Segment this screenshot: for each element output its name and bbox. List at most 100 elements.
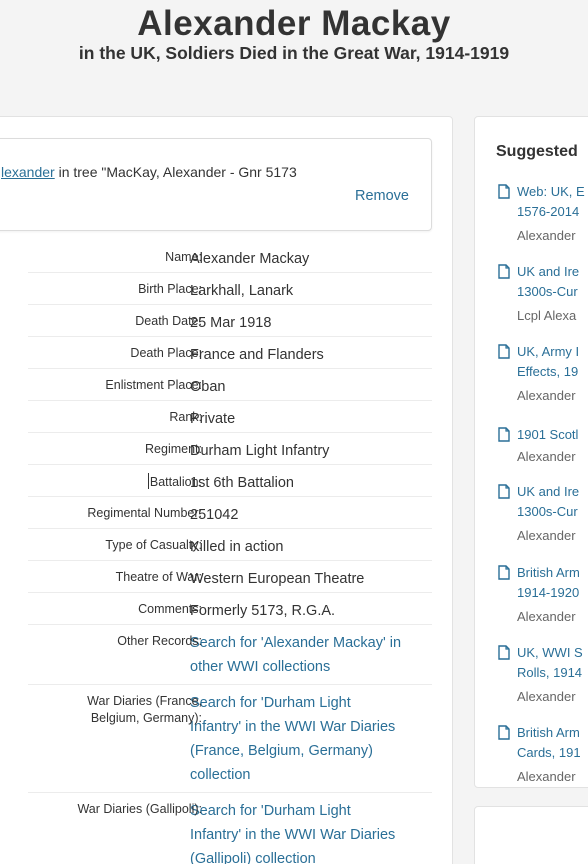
document-icon (498, 645, 510, 660)
detail-row-death-date: Death Date: 25 Mar 1918 (28, 305, 432, 337)
detail-label: Regiment: (145, 442, 202, 456)
suggested-record-link[interactable]: 1901 Scotl (517, 425, 578, 445)
detail-label: Battalion: (147, 473, 202, 491)
detail-row-battalion: Battalion: 1st 6th Battalion (28, 465, 432, 497)
detail-row-other-records: Other Records: Search for 'Alexander Mac… (28, 625, 432, 685)
link-line: Search for 'Alexander Mackay' in (190, 635, 402, 651)
detail-row-theatre-of-war: Theatre of War: Western European Theatre (28, 561, 432, 593)
link-line: 1901 Scotl (517, 427, 579, 442)
detail-value: Western European Theatre (190, 571, 365, 587)
detail-value: 251042 (190, 507, 239, 523)
document-icon (498, 264, 510, 279)
link-line: Effects, 19 (517, 364, 579, 379)
suggested-record-person: Lcpl Alexa (517, 308, 577, 323)
war-diaries-gallipoli-search-link[interactable]: Search for 'Durham Light Infantry' in th… (190, 793, 432, 864)
suggested-record-person: Alexander (517, 769, 576, 784)
suggested-record-link[interactable]: UK and Ire 1300s-Cur (517, 482, 579, 522)
other-records-search-link[interactable]: Search for 'Alexander Mackay' in other W… (190, 625, 432, 684)
tree-attachment-box: lexander in tree "MacKay, Alexander - Gn… (0, 138, 432, 231)
link-line: UK, Army I (517, 344, 580, 359)
suggested-record-person: Alexander (517, 228, 576, 243)
detail-row-enlistment-place: Enlistment Place: Oban (28, 369, 432, 401)
label-line: Belgium, Germany): (90, 711, 202, 725)
detail-value: Alexander Mackay (190, 251, 310, 267)
link-line: Infantry' in the WWI War Diaries (190, 719, 396, 735)
suggested-record-person: Alexander (517, 388, 576, 403)
detail-value: Durham Light Infantry (190, 443, 330, 459)
tree-person-link[interactable]: lexander (1, 164, 55, 180)
tree-attachment-text: lexander in tree "MacKay, Alexander - Gn… (1, 164, 297, 180)
detail-label: Death Place: (130, 346, 202, 360)
detail-label: War Diaries (France, Belgium, Germany): (87, 693, 202, 727)
detail-value: 25 Mar 1918 (190, 315, 272, 331)
suggested-record-person: Alexander (517, 528, 576, 543)
link-line: 1300s-Cur (517, 284, 578, 299)
label-line: War Diaries (France, (87, 694, 202, 708)
detail-label: Name: (165, 250, 202, 264)
document-icon (498, 725, 510, 740)
detail-row-name: Name: Alexander Mackay (28, 241, 432, 273)
detail-label-text: Battalion: (149, 475, 202, 489)
detail-value: Oban (190, 379, 226, 395)
suggested-record-link[interactable]: UK, Army I Effects, 19 (517, 342, 579, 382)
link-line: 1300s-Cur (517, 504, 578, 519)
document-icon (498, 344, 510, 359)
detail-label: Regimental Number: (87, 506, 202, 520)
link-line: (France, Belgium, Germany) (190, 743, 373, 759)
link-line: Web: UK, E (517, 184, 585, 199)
detail-label: Rank: (169, 410, 202, 424)
remove-button[interactable]: Remove (355, 188, 409, 204)
detail-value: Private (190, 411, 236, 427)
secondary-side-panel (474, 806, 588, 864)
link-line: Search for 'Durham Light (190, 803, 351, 819)
suggested-record-link[interactable]: UK, WWI S Rolls, 1914 (517, 643, 583, 683)
detail-row-war-diaries-france: War Diaries (France, Belgium, Germany): … (28, 685, 432, 793)
document-icon (498, 184, 510, 199)
link-line: UK and Ire (517, 484, 580, 499)
detail-value: Killed in action (190, 539, 284, 555)
suggested-record-link[interactable]: British Arm 1914-1920 (517, 563, 580, 603)
detail-label: Theatre of War: (115, 570, 202, 584)
link-line: Cards, 191 (517, 745, 581, 760)
link-line: Rolls, 1914 (517, 665, 583, 680)
suggested-record-link[interactable]: UK and Ire 1300s-Cur (517, 262, 579, 302)
war-diaries-france-search-link[interactable]: Search for 'Durham Light Infantry' in th… (190, 685, 432, 792)
detail-value: Formerly 5173, R.G.A. (190, 603, 336, 619)
document-icon (498, 427, 510, 442)
detail-label: Comments: (138, 602, 202, 616)
link-line: 1914-1920 (517, 585, 580, 600)
link-line: British Arm (517, 725, 580, 740)
document-icon (498, 565, 510, 580)
detail-label: Other Records: (117, 634, 202, 648)
link-line: UK, WWI S (517, 645, 583, 660)
detail-row-casualty-type: Type of Casualty: Killed in action (28, 529, 432, 561)
detail-row-birth-place: Birth Place: Larkhall, Lanark (28, 273, 432, 305)
detail-label: War Diaries (Gallipoli): (77, 802, 202, 816)
suggested-record-person: Alexander (517, 449, 576, 464)
detail-label: Birth Place: (138, 282, 202, 296)
detail-label: Enlistment Place: (105, 378, 202, 392)
detail-row-regimental-number: Regimental Number: 251042 (28, 497, 432, 529)
detail-value: Larkhall, Lanark (190, 283, 294, 299)
page-subtitle: in the UK, Soldiers Died in the Great Wa… (78, 43, 510, 63)
link-line: UK and Ire (517, 264, 580, 279)
detail-row-war-diaries-gallipoli: War Diaries (Gallipoli): Search for 'Dur… (28, 793, 432, 864)
link-line: British Arm (517, 565, 580, 580)
suggested-record-person: Alexander (517, 609, 576, 624)
suggested-records-title: Suggested (496, 143, 578, 160)
detail-value: 1st 6th Battalion (190, 475, 294, 491)
link-line: 1576-2014 (517, 204, 580, 219)
suggested-record-link[interactable]: Web: UK, E 1576-2014 (517, 182, 585, 222)
detail-label: Type of Casualty: (105, 538, 202, 552)
document-icon (498, 484, 510, 499)
detail-row-regiment: Regiment: Durham Light Infantry (28, 433, 432, 465)
suggested-record-link[interactable]: British Arm Cards, 191 (517, 723, 581, 763)
suggested-record-person: Alexander (517, 689, 576, 704)
tree-attachment-label: in tree "MacKay, Alexander - Gnr 5173 (54, 164, 297, 180)
link-line: other WWI collections (190, 659, 331, 675)
detail-value: France and Flanders (190, 347, 324, 363)
detail-row-death-place: Death Place: France and Flanders (28, 337, 432, 369)
link-line: Search for 'Durham Light (190, 695, 351, 711)
link-line: Infantry' in the WWI War Diaries (190, 827, 396, 843)
text-cursor (147, 473, 149, 489)
